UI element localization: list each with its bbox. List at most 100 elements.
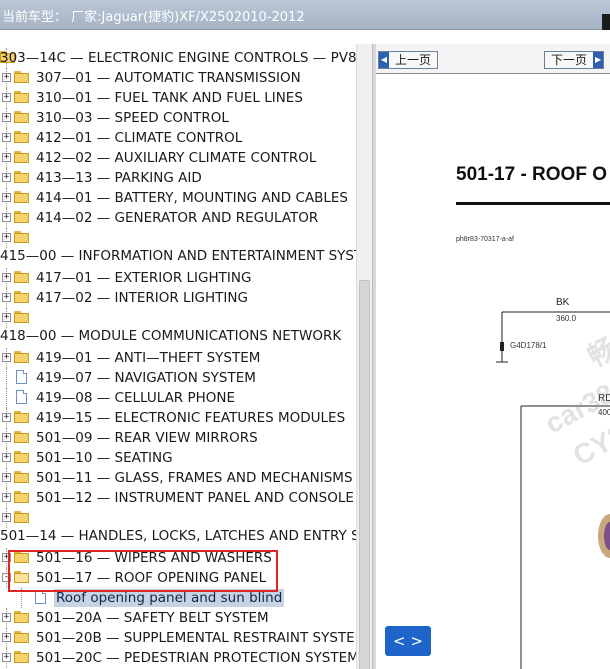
tree-item-label: 501—12 — INSTRUMENT PANEL AND CONSOLE bbox=[36, 490, 354, 506]
expand-icon[interactable]: + bbox=[2, 433, 11, 442]
tree-item-label: 303—14C — ELECTRONIC ENGINE CONTROLS — P… bbox=[0, 50, 356, 66]
tree-item[interactable]: +419—01 — ANTI—THEFT SYSTEM bbox=[0, 348, 356, 368]
folder-icon bbox=[14, 111, 29, 123]
tree-item[interactable]: + bbox=[0, 308, 356, 328]
tree-item[interactable]: +310—03 — SPEED CONTROL bbox=[0, 108, 356, 128]
tree-item[interactable]: +414—02 — GENERATOR AND REGULATOR bbox=[0, 208, 356, 228]
tree-item[interactable]: +501—20A — SAFETY BELT SYSTEM bbox=[0, 608, 356, 628]
expand-icon[interactable]: + bbox=[2, 273, 11, 282]
folder-icon bbox=[14, 611, 29, 623]
tree-item-label: 414—01 — BATTERY, MOUNTING AND CABLES bbox=[36, 190, 349, 206]
title-bar: 当前车型： 厂家:Jaguar(捷豹)XF/X2502010-2012 bbox=[0, 0, 610, 30]
folder-icon bbox=[14, 491, 29, 503]
tree-item[interactable]: 303—14C — ELECTRONIC ENGINE CONTROLS — P… bbox=[0, 48, 356, 68]
expand-icon[interactable]: + bbox=[2, 233, 11, 242]
expand-icon[interactable]: + bbox=[2, 293, 11, 302]
expand-icon[interactable]: + bbox=[2, 133, 11, 142]
folder-icon bbox=[14, 631, 29, 643]
tree-item[interactable]: + bbox=[0, 228, 356, 248]
wire-value-label: 360.0 bbox=[556, 314, 577, 323]
tree-item-label: 412—02 — AUXILIARY CLIMATE CONTROL bbox=[36, 150, 317, 166]
expand-icon[interactable]: + bbox=[2, 413, 11, 422]
folder-icon bbox=[14, 211, 29, 223]
expand-icon[interactable]: + bbox=[2, 93, 11, 102]
tree-item[interactable]: 419—08 — CELLULAR PHONE bbox=[0, 388, 356, 408]
tree-item-label: 417—01 — EXTERIOR LIGHTING bbox=[36, 270, 252, 286]
tree-item[interactable]: +501—11 — GLASS, FRAMES AND MECHANISMS bbox=[0, 468, 356, 488]
tree-item-label: 418—00 — MODULE COMMUNICATIONS NETWORK bbox=[0, 328, 342, 344]
tree-item[interactable]: 418—00 — MODULE COMMUNICATIONS NETWORK bbox=[0, 326, 356, 346]
folder-icon bbox=[14, 511, 29, 523]
expand-icon[interactable]: + bbox=[2, 653, 11, 662]
document-viewer: ◀ 上一页 下一页 ▶ 501-17 - ROOF O ph8r83-70317-a… bbox=[376, 44, 610, 669]
tree-item[interactable]: +501—20C — PEDESTRIAN PROTECTION SYSTEM bbox=[0, 648, 356, 668]
tree-item[interactable]: +413—13 — PARKING AID bbox=[0, 168, 356, 188]
folder-icon bbox=[14, 291, 29, 303]
tree-item-label: 501—14 — HANDLES, LOCKS, LATCHES AND ENT… bbox=[0, 528, 356, 544]
page-nav-button[interactable]: < > bbox=[385, 626, 431, 656]
expand-icon[interactable]: + bbox=[2, 213, 11, 222]
expand-icon[interactable]: + bbox=[2, 513, 11, 522]
folder-icon bbox=[14, 471, 29, 483]
tree-item[interactable]: +412—02 — AUXILIARY CLIMATE CONTROL bbox=[0, 148, 356, 168]
expand-icon[interactable]: + bbox=[2, 453, 11, 462]
folder-icon bbox=[14, 351, 29, 363]
tree-item[interactable]: +501—09 — REAR VIEW MIRRORS bbox=[0, 428, 356, 448]
tree-guide-line bbox=[6, 368, 7, 388]
tree-item[interactable]: 415—00 — INFORMATION AND ENTERTAINMENT S… bbox=[0, 246, 356, 266]
tree-item[interactable]: +310—01 — FUEL TANK AND FUEL LINES bbox=[0, 88, 356, 108]
folder-icon bbox=[14, 451, 29, 463]
folder-icon bbox=[14, 411, 29, 423]
tree-guide-line bbox=[6, 388, 7, 408]
tree-item-label: 414—02 — GENERATOR AND REGULATOR bbox=[36, 210, 319, 226]
expand-icon[interactable]: + bbox=[2, 493, 11, 502]
folder-icon bbox=[14, 91, 29, 103]
expand-icon[interactable]: + bbox=[2, 153, 11, 162]
folder-icon bbox=[14, 431, 29, 443]
tree-item[interactable]: +417—01 — EXTERIOR LIGHTING bbox=[0, 268, 356, 288]
folder-icon bbox=[14, 71, 29, 83]
scrollbar-thumb[interactable] bbox=[359, 280, 370, 669]
tree-item[interactable]: + bbox=[0, 508, 356, 528]
title-bar-corner bbox=[602, 14, 610, 30]
tree-item[interactable]: +501—10 — SEATING bbox=[0, 448, 356, 468]
tree-item[interactable]: +412—01 — CLIMATE CONTROL bbox=[0, 128, 356, 148]
expand-icon[interactable]: + bbox=[2, 473, 11, 482]
tree-item[interactable]: +419—15 — ELECTRONIC FEATURES MODULES bbox=[0, 408, 356, 428]
tree-item-label: 501—10 — SEATING bbox=[36, 450, 173, 466]
tree-item-label: 415—00 — INFORMATION AND ENTERTAINMENT S… bbox=[0, 248, 356, 264]
tree-item-label: 310—03 — SPEED CONTROL bbox=[36, 110, 229, 126]
folder-icon bbox=[14, 231, 29, 243]
tree-item-label: 307—01 — AUTOMATIC TRANSMISSION bbox=[36, 70, 301, 86]
tree-item[interactable]: +417—02 — INTERIOR LIGHTING bbox=[0, 288, 356, 308]
tree-item[interactable]: +501—12 — INSTRUMENT PANEL AND CONSOLE bbox=[0, 488, 356, 508]
tree-item[interactable]: +414—01 — BATTERY, MOUNTING AND CABLES bbox=[0, 188, 356, 208]
connector-label: G4D178/1 bbox=[510, 341, 547, 350]
document-icon bbox=[16, 370, 27, 384]
expand-icon[interactable]: + bbox=[2, 113, 11, 122]
tree-item[interactable]: 501—14 — HANDLES, LOCKS, LATCHES AND ENT… bbox=[0, 526, 356, 546]
folder-icon bbox=[14, 151, 29, 163]
tree-item-label: 501—11 — GLASS, FRAMES AND MECHANISMS bbox=[36, 470, 353, 486]
wiring-diagram bbox=[496, 311, 610, 669]
expand-icon[interactable]: + bbox=[2, 613, 11, 622]
document-icon bbox=[16, 390, 27, 404]
tree-item-label: 412—01 — CLIMATE CONTROL bbox=[36, 130, 243, 146]
folder-icon bbox=[14, 311, 29, 323]
tree-item-label: 413—13 — PARKING AID bbox=[36, 170, 202, 186]
tree-item[interactable]: +501—20B — SUPPLEMENTAL RESTRAINT SYSTEM bbox=[0, 628, 356, 648]
wire-color-label: BK bbox=[556, 297, 570, 308]
expand-icon[interactable]: + bbox=[2, 193, 11, 202]
tree-item[interactable]: 419—07 — NAVIGATION SYSTEM bbox=[0, 368, 356, 388]
tree-item[interactable]: +307—01 — AUTOMATIC TRANSMISSION bbox=[0, 68, 356, 88]
tree-scrollbar[interactable] bbox=[356, 44, 372, 669]
folder-icon bbox=[14, 271, 29, 283]
tree-item-label: 310—01 — FUEL TANK AND FUEL LINES bbox=[36, 90, 303, 106]
expand-icon[interactable]: + bbox=[2, 173, 11, 182]
expand-icon[interactable]: + bbox=[2, 313, 11, 322]
expand-icon[interactable]: + bbox=[2, 73, 11, 82]
expand-icon[interactable]: + bbox=[2, 633, 11, 642]
folder-icon bbox=[14, 651, 29, 663]
tree-item-label: 501—20B — SUPPLEMENTAL RESTRAINT SYSTEM bbox=[36, 630, 356, 646]
expand-icon[interactable]: + bbox=[2, 353, 11, 362]
